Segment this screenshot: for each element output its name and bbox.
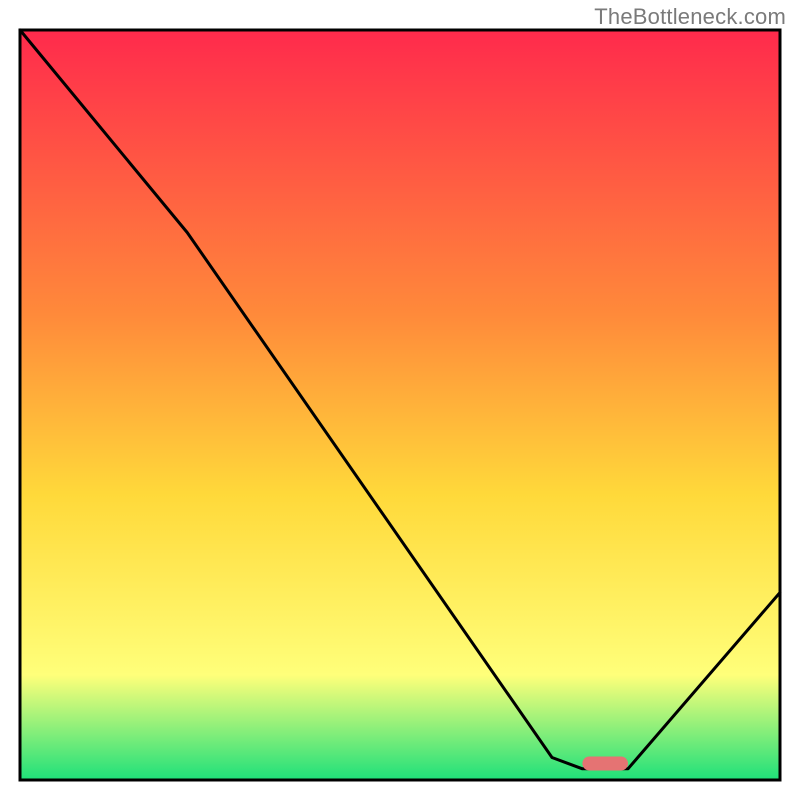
chart-svg xyxy=(0,0,800,800)
optimal-range-marker xyxy=(582,757,628,771)
chart-container: TheBottleneck.com xyxy=(0,0,800,800)
watermark-text: TheBottleneck.com xyxy=(594,4,786,30)
gradient-background xyxy=(20,30,780,780)
plot-area xyxy=(20,30,780,780)
